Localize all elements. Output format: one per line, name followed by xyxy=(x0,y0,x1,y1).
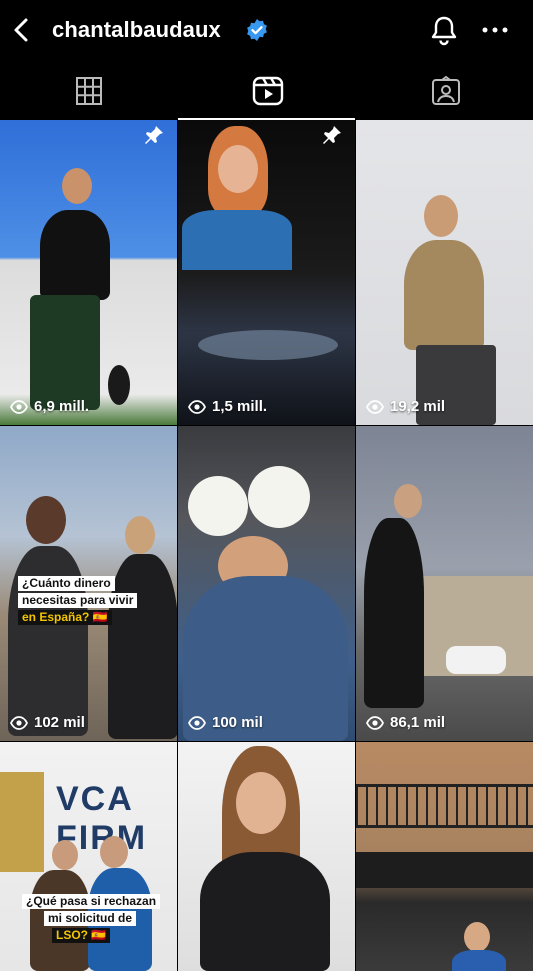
verified-badge-icon xyxy=(247,19,267,41)
eye-icon xyxy=(10,399,28,414)
caption-line: ¿Qué pasa si rechazan xyxy=(22,894,161,909)
reels-grid: 6,9 mill. 1,5 mill. 19,2 mil ¿Cuánto din… xyxy=(0,120,533,971)
pin-icon xyxy=(145,126,163,144)
eye-icon xyxy=(188,399,206,414)
caption-line: LSO? 🇪🇸 xyxy=(52,928,111,943)
tab-reels[interactable] xyxy=(178,62,355,120)
view-count: 100 mil xyxy=(188,714,263,731)
pin-icon xyxy=(323,126,341,144)
reel-tile[interactable] xyxy=(178,742,355,971)
more-icon[interactable] xyxy=(480,18,510,42)
eye-icon xyxy=(188,715,206,730)
bell-icon[interactable] xyxy=(428,14,460,46)
reel-tile[interactable]: 1,5 mill. xyxy=(178,120,355,425)
eye-icon xyxy=(366,715,384,730)
reel-tile[interactable]: 100 mil xyxy=(178,426,355,741)
reel-tile[interactable]: VCA FIRM ¿Qué pasa si rechazan mi solici… xyxy=(0,742,177,971)
view-count: 19,2 mil xyxy=(366,398,445,415)
view-count-text: 6,9 mill. xyxy=(34,398,90,415)
reel-tile[interactable]: 86,1 mil xyxy=(356,426,533,741)
eye-icon xyxy=(10,715,28,730)
caption-line: ¿Cuánto dinero xyxy=(18,576,115,591)
tagged-icon xyxy=(432,75,460,105)
back-arrow-icon[interactable] xyxy=(8,14,34,46)
reel-caption-overlay: ¿Qué pasa si rechazan mi solicitud de LS… xyxy=(22,894,161,945)
view-count-text: 100 mil xyxy=(212,714,263,731)
view-count-text: 1,5 mill. xyxy=(212,398,268,415)
reel-caption-overlay: ¿Cuánto dinero necesitas para vivir en E… xyxy=(18,576,138,627)
tab-tagged[interactable] xyxy=(356,62,533,120)
reel-tile[interactable]: 19,2 mil xyxy=(356,120,533,425)
view-count-text: 19,2 mil xyxy=(390,398,446,415)
grid-icon xyxy=(76,77,102,105)
reel-tile[interactable] xyxy=(356,742,533,971)
profile-username: chantalbaudaux xyxy=(52,17,221,42)
view-count: 102 mil xyxy=(10,714,85,731)
caption-line: mi solicitud de xyxy=(44,911,137,926)
view-count-text: 86,1 mil xyxy=(390,714,446,731)
reels-icon xyxy=(252,76,284,106)
reel-tile[interactable]: ¿Cuánto dinero necesitas para vivir en E… xyxy=(0,426,177,741)
view-count: 1,5 mill. xyxy=(188,398,267,415)
reel-tile[interactable]: 6,9 mill. xyxy=(0,120,177,425)
profile-header: chantalbaudaux xyxy=(0,0,533,62)
view-count-text: 102 mil xyxy=(34,714,85,731)
view-count: 6,9 mill. xyxy=(10,398,89,415)
eye-icon xyxy=(366,399,384,414)
profile-tabs xyxy=(0,62,533,120)
view-count: 86,1 mil xyxy=(366,714,445,731)
tab-grid[interactable] xyxy=(0,62,177,120)
caption-line: necesitas para vivir xyxy=(18,593,138,608)
caption-line: en España? 🇪🇸 xyxy=(18,610,112,625)
